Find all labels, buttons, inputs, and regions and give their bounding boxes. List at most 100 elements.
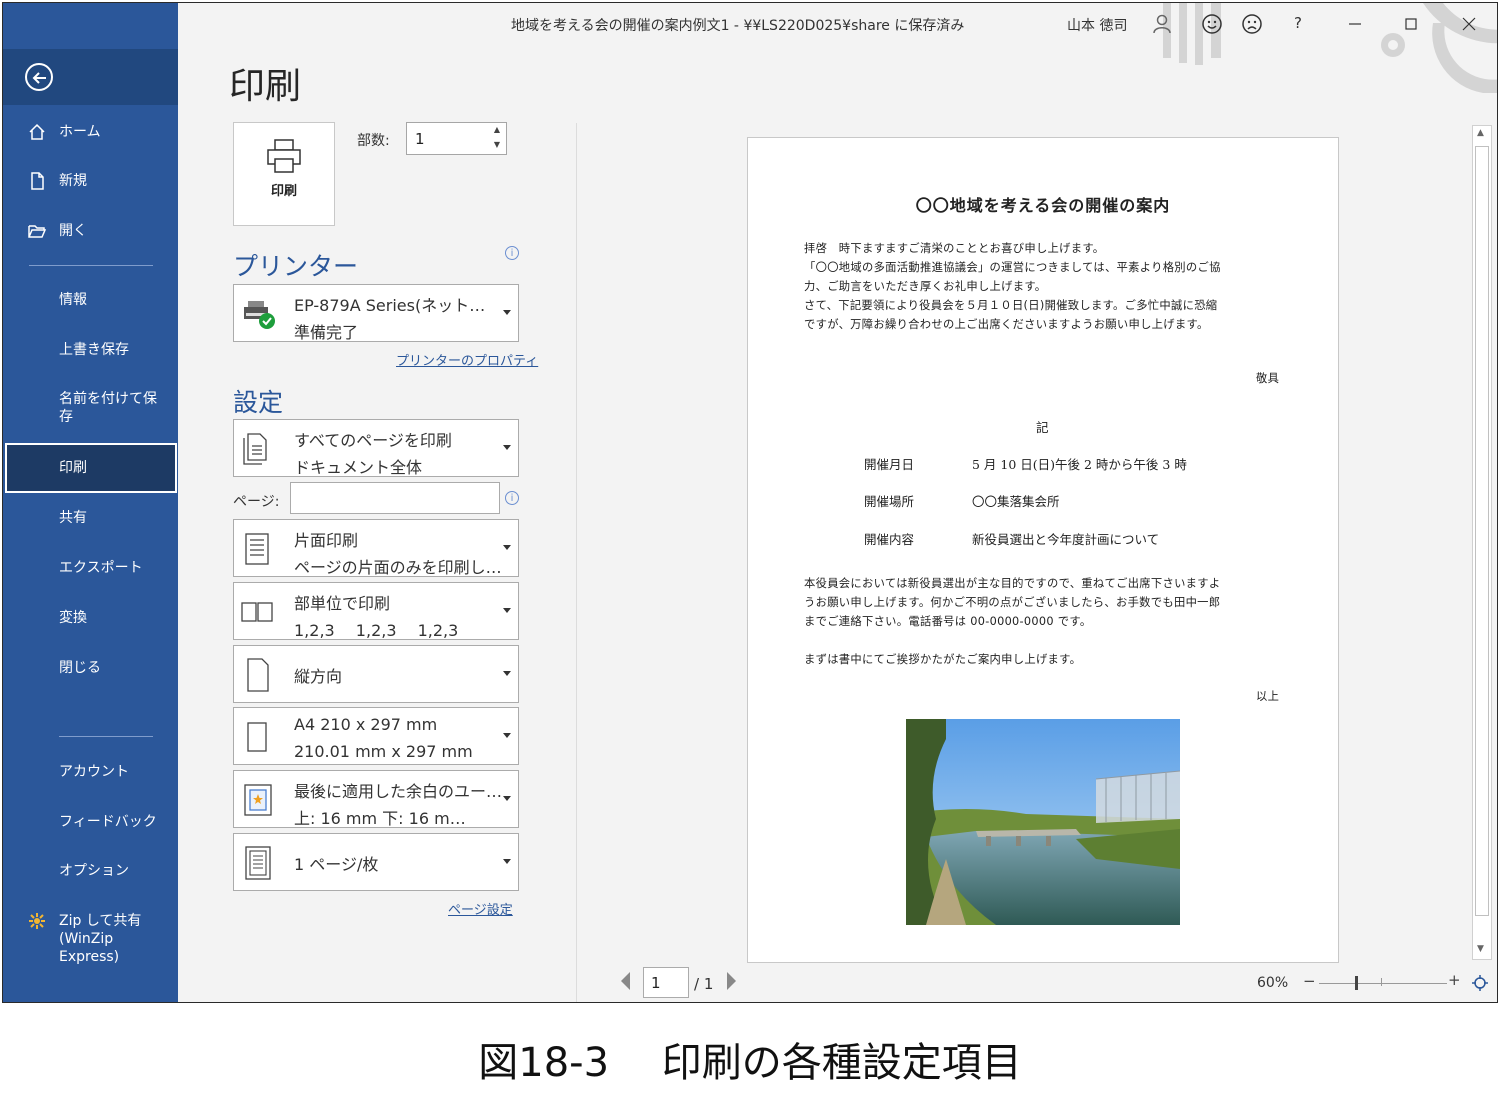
preview-line: 本役員会においては新役員選出が主な目的ですので、重ねてご出席下さいますよ [804,577,1221,590]
setting-line2: 1,2,3 1,2,3 1,2,3 [294,621,459,640]
close-window-icon[interactable] [1458,13,1480,35]
setting-line2: ページの片面のみを印刷し… [294,558,502,577]
paper-size-dropdown[interactable]: A4 210 x 297 mm 210.01 mm x 297 mm [233,707,519,765]
setting-line1: すべてのページを印刷 [294,431,452,450]
smile-feedback-icon[interactable] [1201,13,1223,35]
scroll-up-icon[interactable]: ▲ [1477,128,1484,138]
sidebar-item-label: 変換 [59,610,87,626]
user-name[interactable]: 山本 徳司 [1067,15,1127,35]
preview-line: さて、下記要領により役員会を５月１０日(日)開催致します。ご多忙中誠に恐縮 [804,299,1218,312]
winzip-icon [29,913,45,929]
sidebar-item-winzip[interactable]: Zip して共有 (WinZip Express) [3,912,178,972]
sidebar-item-export[interactable]: エクスポート [3,559,178,579]
open-folder-icon [28,225,47,238]
copies-stepper[interactable]: ▲ ▼ [406,122,507,155]
sidebar-item-close[interactable]: 閉じる [3,659,178,679]
preview-line: ですが、万障お繰り合わせの上ご出席くださいますようお願い申し上げます。 [804,318,1209,331]
info-icon[interactable]: i [505,246,519,260]
sidebar-item-account[interactable]: アカウント [3,763,178,783]
dropdown-arrow-icon [503,859,511,864]
printer-properties-link[interactable]: プリンターのプロパティ [396,350,538,369]
maximize-icon[interactable] [1400,13,1422,35]
sidebar-item-label: 開く [59,223,87,239]
scroll-down-icon[interactable]: ▼ [1477,944,1484,954]
figure-caption: 図18-3 印刷の各種設定項目 [478,1040,1022,1086]
zoom-out-icon[interactable]: − [1303,972,1316,990]
detail-label: 開催場所 [864,494,915,509]
dropdown-arrow-icon [503,733,511,738]
sidebar-item-label: 名前を付けて保存 [59,391,157,425]
sidebar-item-label: 上書き保存 [59,342,129,358]
fit-to-window-icon[interactable] [1471,974,1489,992]
frown-feedback-icon[interactable] [1241,13,1263,35]
minimize-icon[interactable] [1344,13,1366,35]
print-preview-page: 〇〇地域を考える会の開催の案内 拝啓 時下ますますご清栄のこととお喜び申し上げま… [747,137,1339,963]
printer-dropdown[interactable]: EP-879A Series(ネット… 準備完了 [233,284,519,342]
user-avatar-icon[interactable] [1151,13,1173,35]
pages-input[interactable] [290,482,500,514]
total-pages: / 1 [694,975,714,993]
copies-input[interactable] [415,128,485,150]
back-button[interactable] [25,63,53,91]
dropdown-arrow-icon [503,608,511,613]
help-button[interactable]: ? [1294,14,1302,32]
portrait-icon [247,658,269,692]
orientation-dropdown[interactable]: 縦方向 [233,645,519,703]
page-setup-link[interactable]: ページ設定 [448,899,513,918]
previous-page-icon[interactable] [621,972,630,990]
paper-size-icon [247,722,267,752]
back-button-area[interactable] [3,49,178,105]
preview-paragraph-1: 拝啓 時下ますますご清栄のこととお喜び申し上げます。 「〇〇地域の多面活動推進協… [804,239,1221,334]
sidebar-item-print[interactable]: 印刷 [3,459,178,479]
dropdown-arrow-icon [503,445,511,450]
print-range-dropdown[interactable]: すべてのページを印刷 ドキュメント全体 [233,419,519,477]
new-document-icon [31,172,44,190]
sidebar-item-save[interactable]: 上書き保存 [3,341,178,361]
preview-scrollbar[interactable]: ▲ ▼ [1472,125,1492,960]
sidebar-item-options[interactable]: オプション [3,862,178,882]
pages-icon [243,433,267,465]
setting-line1: 縦方向 [294,667,343,686]
sidebar-item-info[interactable]: 情報 [3,291,178,311]
sidebar-item-home[interactable]: ホーム [3,123,178,143]
sidebar-divider [59,736,153,737]
sides-dropdown[interactable]: 片面印刷 ページの片面のみを印刷し… [233,519,519,577]
sidebar-item-save-as[interactable]: 名前を付けて保存 [3,390,178,430]
sidebar-item-new[interactable]: 新規 [3,172,178,192]
sidebar-item-convert[interactable]: 変換 [3,609,178,629]
setting-line1: A4 210 x 297 mm [294,715,438,734]
sidebar-item-label: 印刷 [59,460,87,476]
word-backstage-window: ホーム 新規 開く 情報 上書き保存 名前を付けて保存 印刷 共有 エクスポート [2,2,1498,1003]
sidebar-item-feedback[interactable]: フィードバック [3,813,178,833]
margins-dropdown[interactable]: 最後に適用した余白のユー… 上: 16 mm 下: 16 m… [233,770,519,828]
print-button[interactable]: 印刷 [233,122,335,226]
zoom-level[interactable]: 60% [1257,975,1288,991]
preview-line: 拝啓 時下ますますご清栄のこととお喜び申し上げます。 [804,242,1105,255]
printer-heading: プリンター [233,252,359,281]
detail-value: 5 月 10 日(日)午後 2 時から午後 3 時 [972,457,1187,472]
next-page-icon[interactable] [727,972,736,990]
preview-ki: 記 [1036,420,1049,435]
sidebar-item-label: 情報 [59,292,87,308]
sidebar-item-label: エクスポート [59,560,143,576]
sidebar-item-label: ホーム [59,124,101,140]
scroll-thumb[interactable] [1475,146,1489,916]
pages-per-sheet-dropdown[interactable]: 1 ページ/枚 [233,833,519,891]
info-icon[interactable]: i [505,491,519,505]
panel-divider [576,123,577,1002]
preview-paragraph-3: まずは書中にてご挨拶かたがたご案内申し上げます。 [804,653,1082,666]
setting-line1: 片面印刷 [294,531,359,550]
zoom-slider[interactable] [1319,983,1447,984]
zoom-in-icon[interactable]: + [1448,971,1461,989]
sidebar-item-share[interactable]: 共有 [3,509,178,529]
chevron-up-icon[interactable]: ▲ [494,125,500,134]
sidebar-item-label: 共有 [59,510,87,526]
sidebar-item-open[interactable]: 開く [3,222,178,242]
zoom-slider-handle[interactable] [1355,976,1358,990]
current-page-input[interactable]: 1 [643,967,689,998]
preview-line: 力、ご助言をいただき厚くお礼申し上げます。 [804,280,1047,293]
chevron-down-icon[interactable]: ▼ [494,140,500,149]
dropdown-arrow-icon [503,671,511,676]
collate-dropdown[interactable]: 部単位で印刷 1,2,3 1,2,3 1,2,3 [233,582,519,640]
setting-line1: 最後に適用した余白のユー… [294,782,503,801]
